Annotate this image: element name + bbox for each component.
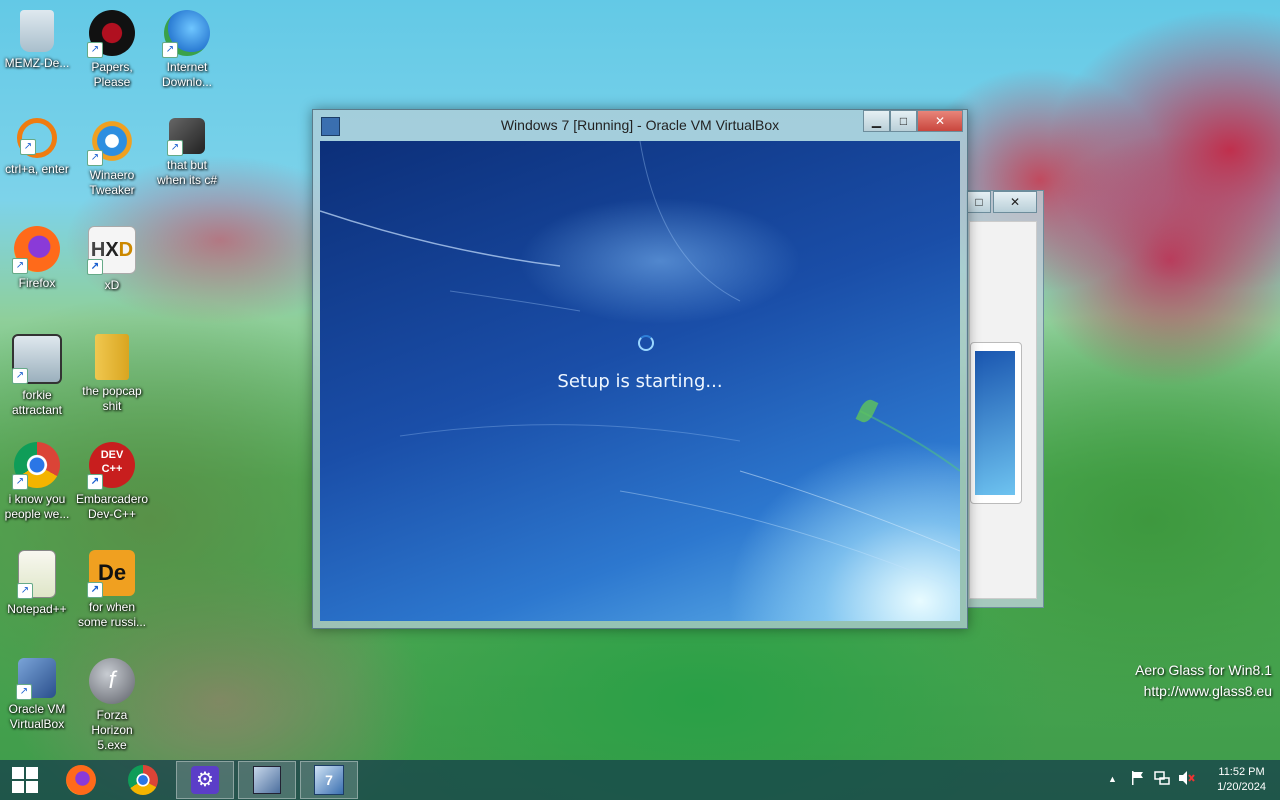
desktop-icon-ctrl-a-enter[interactable]: ↗ ctrl+a, enter — [1, 114, 73, 177]
desktop-icon-forkie-attractant[interactable]: ↗ forkie attractant — [1, 330, 73, 418]
winaero-icon: ↗ — [87, 118, 135, 166]
aero-glass-watermark: Aero Glass for Win8.1 http://www.glass8.… — [1135, 660, 1272, 702]
virtualbox-icon: ↗ — [16, 658, 56, 700]
firefox-icon — [66, 765, 96, 795]
desktop-icon-label: the popcap shit — [82, 384, 142, 413]
desktop-icon-notepadpp[interactable]: ↗ Notepad++ — [1, 546, 73, 617]
watermark-line2: http://www.glass8.eu — [1143, 683, 1272, 699]
desktop-icon-label: Embarcadero Dev-C++ — [76, 492, 149, 521]
stack-icon: ↗ — [167, 118, 205, 156]
clock-time: 11:52 PM — [1218, 766, 1265, 778]
desktop-icon-internet-download[interactable]: ↗ Internet Downlo... — [151, 6, 223, 90]
shortcut-arrow-icon: ↗ — [87, 259, 103, 275]
shortcut-arrow-icon: ↗ — [167, 140, 183, 156]
clock-date: 1/20/2024 — [1217, 781, 1266, 793]
desktop-icon-chrome[interactable]: ↗ i know you people we... — [1, 438, 73, 522]
desktop-icon-label: Forza Horizon 5.exe — [91, 708, 133, 752]
desktop-icon-papers-please[interactable]: ↗ Papers, Please — [76, 6, 148, 90]
settings-icon: ⚙ — [191, 766, 219, 794]
desktop-icon-firefox[interactable]: ↗ Firefox — [1, 222, 73, 291]
shortcut-arrow-icon: ↗ — [20, 139, 36, 155]
bg-window-content — [969, 221, 1037, 599]
desktop-icon-label: Notepad++ — [7, 602, 67, 616]
background-window[interactable]: □ ✕ — [966, 190, 1044, 608]
desktop-icon-xd[interactable]: HXD ↗ xD — [76, 222, 148, 293]
vm-display[interactable]: Setup is starting... — [320, 141, 960, 621]
papers-please-icon: ↗ — [87, 10, 135, 58]
windows7-vm-icon: 7 — [314, 765, 344, 795]
tray-overflow-chevron[interactable]: ▲ — [1108, 774, 1117, 784]
desktop-icon-label: Internet Downlo... — [161, 60, 213, 89]
notepadpp-icon: ↗ — [17, 550, 56, 599]
volume-muted-icon[interactable] — [1178, 770, 1196, 789]
maximize-button[interactable]: □ — [890, 110, 917, 132]
shortcut-arrow-icon: ↗ — [87, 42, 103, 58]
thumbnail-image — [975, 351, 1015, 495]
flash-icon: f — [89, 658, 135, 704]
shortcut-arrow-icon: ↗ — [87, 474, 103, 490]
desktop-icon-label: that but when its c# — [156, 158, 218, 187]
shortcut-arrow-icon: ↗ — [17, 583, 33, 599]
desktop-icon-label: Firefox — [18, 276, 56, 290]
desktop-icon-memz[interactable]: MEMZ-De... — [1, 6, 73, 71]
folder-icon — [95, 334, 129, 380]
desktop-icon-label: Oracle VM VirtualBox — [8, 702, 66, 731]
shortcut-arrow-icon: ↗ — [162, 42, 178, 58]
desktop-icon-label: ctrl+a, enter — [5, 162, 69, 176]
flag-icon[interactable] — [1130, 770, 1146, 789]
desktop-icon-label: MEMZ-De... — [4, 56, 70, 70]
hxd-icon: HXD ↗ — [87, 226, 136, 275]
start-button[interactable] — [0, 761, 50, 799]
shortcut-arrow-icon: ↗ — [12, 368, 28, 384]
internet-download-icon: ↗ — [162, 10, 210, 58]
taskbar-chrome-button[interactable] — [114, 761, 172, 799]
desktop-icon-forza[interactable]: f Forza Horizon 5.exe — [76, 654, 148, 753]
recycle-bin-icon — [20, 10, 54, 52]
devcpp-icon: DEV C++ ↗ — [87, 442, 135, 490]
bg-window-close-button[interactable]: ✕ — [993, 191, 1037, 213]
taskbar-windows7-vm-button[interactable]: 7 — [300, 761, 358, 799]
start-icon — [12, 767, 38, 793]
taskbar-virtualbox-button[interactable] — [238, 761, 296, 799]
desktop-icon-label: Winaero Tweaker — [89, 168, 135, 197]
shortcut-arrow-icon: ↗ — [87, 582, 103, 598]
minimize-button[interactable]: ▁ — [863, 110, 890, 132]
desktop-icon-that-but-csharp[interactable]: ↗ that but when its c# — [151, 114, 223, 188]
setup-status-text: Setup is starting... — [557, 371, 723, 392]
desktop-icon-devcpp[interactable]: DEV C++ ↗ Embarcadero Dev-C++ — [76, 438, 148, 522]
loading-spinner-icon — [638, 335, 654, 351]
network-icon[interactable] — [1154, 770, 1170, 789]
shortcut-arrow-icon: ↗ — [87, 150, 103, 166]
desktop-icon-virtualbox[interactable]: ↗ Oracle VM VirtualBox — [1, 654, 73, 732]
shortcut-arrow-icon: ↗ — [12, 474, 28, 490]
search-app-icon: ↗ — [17, 118, 57, 158]
taskbar: ⚙ 7 ▲ 11:52 PM 1/20/2024 — [0, 760, 1280, 800]
bg-window-thumbnail — [970, 342, 1022, 504]
desktop-icon-label: forkie attractant — [11, 388, 63, 417]
desktop-icon-label: for when some russi... — [77, 600, 146, 629]
desktop-icon-label: Papers, Please — [91, 60, 133, 89]
shortcut-arrow-icon: ↗ — [12, 258, 28, 274]
chrome-icon: ↗ — [12, 442, 60, 490]
desktop-icon-for-when-russi[interactable]: De ↗ for when some russi... — [76, 546, 148, 630]
firefox-icon: ↗ — [12, 226, 60, 274]
taskbar-settings-button[interactable]: ⚙ — [176, 761, 234, 799]
virtualbox-icon — [253, 766, 281, 794]
watermark-line1: Aero Glass for Win8.1 — [1135, 662, 1272, 678]
de-icon: De ↗ — [87, 550, 135, 598]
taskbar-firefox-button[interactable] — [52, 761, 110, 799]
shortcut-arrow-icon: ↗ — [16, 684, 32, 700]
desktop-icon-winaero[interactable]: ↗ Winaero Tweaker — [76, 114, 148, 198]
chrome-icon — [128, 765, 158, 795]
desktop-icon-label: xD — [104, 278, 120, 292]
close-button[interactable]: ✕ — [917, 110, 963, 132]
bg-window-maximize-button[interactable]: □ — [967, 191, 991, 213]
desktop-icon-popcap[interactable]: the popcap shit — [76, 330, 148, 414]
virtualbox-window[interactable]: Windows 7 [Running] - Oracle VM VirtualB… — [312, 109, 968, 629]
system-clock[interactable]: 11:52 PM 1/20/2024 — [1217, 765, 1266, 795]
desktop-icon-label: i know you people we... — [4, 492, 70, 521]
gear-monitor-icon: ↗ — [12, 334, 62, 384]
